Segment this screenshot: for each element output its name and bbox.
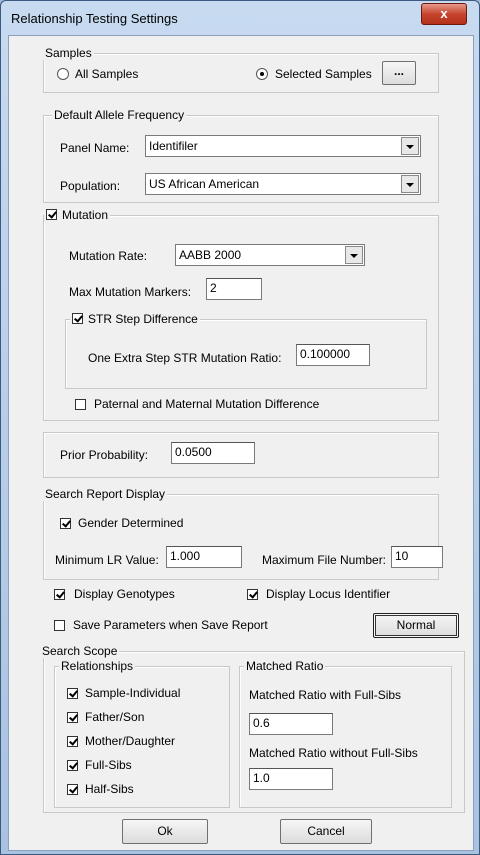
allele-frequency-group: Default Allele Frequency Panel Name: Ide…	[43, 108, 439, 203]
paternal-maternal-label: Paternal and Maternal Mutation Differenc…	[94, 397, 320, 411]
prior-probability-label: Prior Probability:	[60, 448, 149, 462]
mother-daughter-label: Mother/Daughter	[85, 734, 176, 748]
full-sibs-label: Full-Sibs	[85, 758, 132, 772]
allele-frequency-group-label: Default Allele Frequency	[52, 108, 187, 122]
chevron-down-icon	[401, 175, 419, 193]
chevron-down-icon	[401, 137, 419, 155]
prior-probability-group: Prior Probability: 0.0500	[43, 432, 439, 478]
population-label: Population:	[60, 179, 121, 193]
mother-daughter-checkbox[interactable]	[67, 736, 78, 747]
half-sibs-label: Half-Sibs	[85, 782, 134, 796]
father-son-label: Father/Son	[85, 710, 145, 724]
mutation-rate-value: AABB 2000	[179, 248, 242, 262]
mutation-group-header: Mutation	[44, 208, 111, 222]
max-file-number-input[interactable]: 10	[391, 546, 443, 568]
display-genotypes-checkbox[interactable]	[54, 589, 65, 600]
save-parameters-checkbox[interactable]	[54, 620, 65, 631]
str-step-header: STR Step Difference	[70, 312, 200, 326]
samples-group-label: Samples	[43, 46, 94, 60]
mutation-rate-select[interactable]: AABB 2000	[175, 244, 365, 266]
without-fullsibs-input[interactable]: 1.0	[249, 768, 333, 790]
gender-determined-checkbox[interactable]	[60, 518, 71, 529]
search-report-group-label: Search Report Display	[43, 487, 168, 501]
matched-ratio-group-label: Matched Ratio	[244, 659, 326, 673]
ok-button[interactable]: Ok	[122, 819, 208, 844]
display-genotypes-label: Display Genotypes	[74, 587, 175, 601]
with-fullsibs-label: Matched Ratio with Full-Sibs	[249, 688, 402, 702]
prior-probability-input[interactable]: 0.0500	[171, 442, 255, 464]
search-scope-group: Search Scope Relationships Sample-Indivi…	[40, 644, 465, 813]
save-parameters-label: Save Parameters when Save Report	[73, 618, 268, 632]
display-locus-label: Display Locus Identifier	[266, 587, 391, 601]
selected-samples-label: Selected Samples	[275, 67, 372, 81]
normal-button[interactable]: Normal	[373, 613, 459, 638]
min-lr-input[interactable]: 1.000	[166, 546, 242, 568]
all-samples-label: All Samples	[75, 67, 139, 81]
search-scope-group-label: Search Scope	[40, 644, 120, 658]
dialog-window: Relationship Testing Settings x Samples …	[0, 0, 480, 855]
matched-ratio-group: Matched Ratio Matched Ratio with Full-Si…	[239, 659, 452, 808]
title-bar[interactable]: Relationship Testing Settings x	[1, 1, 479, 35]
search-report-group: Search Report Display Gender Determined …	[43, 487, 443, 580]
father-son-checkbox[interactable]	[67, 712, 78, 723]
population-select[interactable]: US African American	[145, 173, 421, 195]
mutation-label: Mutation	[62, 208, 109, 222]
browse-samples-button[interactable]: ...	[382, 61, 416, 85]
min-lr-label: Minimum LR Value:	[55, 553, 159, 567]
gender-determined-label: Gender Determined	[78, 516, 184, 530]
str-step-checkbox[interactable]	[72, 313, 83, 324]
mutation-rate-label: Mutation Rate:	[69, 249, 148, 263]
dialog-body: Samples All Samples Selected Samples ...…	[8, 35, 474, 851]
max-mutation-markers-label: Max Mutation Markers:	[69, 285, 192, 299]
window-title: Relationship Testing Settings	[11, 11, 178, 26]
half-sibs-checkbox[interactable]	[67, 784, 78, 795]
with-fullsibs-input[interactable]: 0.6	[249, 713, 333, 735]
selected-samples-radio[interactable]	[256, 68, 268, 80]
str-step-group: STR Step Difference One Extra Step STR M…	[65, 312, 427, 389]
chevron-down-icon	[345, 246, 363, 264]
full-sibs-checkbox[interactable]	[67, 760, 78, 771]
samples-group: Samples All Samples Selected Samples ...	[43, 46, 439, 93]
relationships-group: Relationships Sample-Individual Father/S…	[54, 659, 230, 808]
paternal-maternal-checkbox[interactable]	[75, 399, 86, 410]
sample-individual-checkbox[interactable]	[67, 688, 78, 699]
all-samples-radio[interactable]	[57, 68, 69, 80]
panel-name-select[interactable]: Identifiler	[145, 135, 421, 157]
population-value: US African American	[149, 177, 260, 191]
without-fullsibs-label: Matched Ratio without Full-Sibs	[249, 746, 418, 760]
close-button[interactable]: x	[421, 3, 467, 25]
panel-name-value: Identifiler	[149, 139, 198, 153]
mutation-group: Mutation Mutation Rate: AABB 2000 Max Mu…	[43, 208, 439, 421]
str-step-label: STR Step Difference	[88, 312, 198, 326]
panel-name-label: Panel Name:	[60, 141, 130, 155]
relationships-group-label: Relationships	[59, 659, 136, 673]
mutation-checkbox[interactable]	[46, 209, 57, 220]
cancel-button[interactable]: Cancel	[280, 819, 372, 844]
max-mutation-markers-input[interactable]: 2	[206, 278, 262, 300]
display-locus-checkbox[interactable]	[247, 589, 258, 600]
extra-step-ratio-label: One Extra Step STR Mutation Ratio:	[88, 351, 282, 365]
max-file-number-label: Maximum File Number:	[262, 553, 387, 567]
extra-step-ratio-input[interactable]: 0.100000	[296, 344, 370, 366]
sample-individual-label: Sample-Individual	[85, 686, 181, 700]
